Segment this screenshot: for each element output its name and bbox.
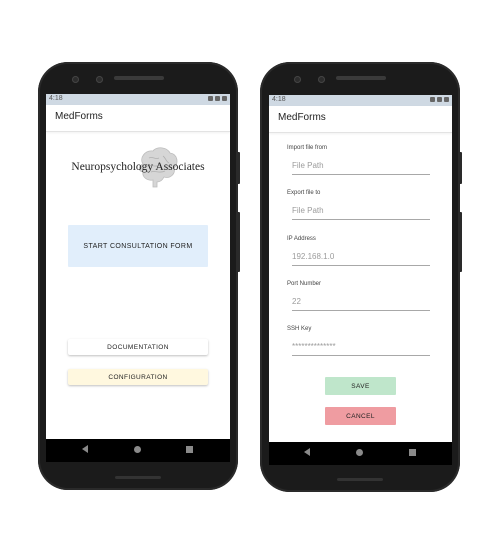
- logo-text: Neuropsychology Associates: [71, 161, 205, 173]
- start-consultation-button[interactable]: START CONSULTATION FORM: [68, 225, 208, 267]
- front-camera: [72, 76, 79, 83]
- status-time: 4:18: [272, 96, 286, 103]
- wifi-icon: [208, 96, 213, 101]
- ip-address-field: IP Address 192.168.1.0: [287, 236, 430, 266]
- port-number-input[interactable]: 22: [292, 297, 430, 311]
- status-time: 4:18: [49, 95, 63, 102]
- ssh-key-input[interactable]: **************: [292, 342, 430, 356]
- port-number-field: Port Number 22: [287, 281, 430, 311]
- right-phone-frame: 4:18 MedForms Import file from File Path…: [260, 62, 462, 492]
- volume-button: [237, 212, 240, 272]
- volume-button: [459, 212, 462, 272]
- battery-icon: [444, 97, 449, 102]
- import-file-input[interactable]: File Path: [292, 161, 430, 175]
- app-bar: MedForms: [269, 106, 452, 133]
- configuration-button[interactable]: CONFIGURATION: [68, 369, 208, 385]
- ip-address-label: IP Address: [287, 236, 316, 242]
- front-sensor: [96, 76, 103, 83]
- import-file-label: Import file from: [287, 145, 328, 151]
- battery-icon: [222, 96, 227, 101]
- back-nav-icon[interactable]: [304, 448, 310, 456]
- earpiece-speaker: [114, 76, 164, 80]
- home-nav-icon[interactable]: [134, 446, 141, 453]
- signal-icon: [215, 96, 220, 101]
- app-bar: MedForms: [46, 105, 230, 132]
- ssh-key-field: SSH Key **************: [287, 326, 430, 356]
- export-file-input[interactable]: File Path: [292, 206, 430, 220]
- port-number-label: Port Number: [287, 281, 322, 287]
- earpiece-speaker: [336, 76, 386, 80]
- nav-bar: [46, 439, 230, 462]
- ip-address-input[interactable]: 192.168.1.0: [292, 252, 430, 266]
- back-nav-icon[interactable]: [82, 445, 88, 453]
- ssh-key-label: SSH Key: [287, 326, 312, 332]
- recents-nav-icon[interactable]: [186, 446, 193, 453]
- home-nav-icon[interactable]: [356, 449, 363, 456]
- front-camera: [294, 76, 301, 83]
- export-file-label: Export file to: [287, 190, 321, 196]
- save-button[interactable]: SAVE: [325, 377, 396, 395]
- front-sensor: [318, 76, 325, 83]
- right-screen: 4:18 MedForms Import file from File Path…: [269, 95, 452, 465]
- left-screen: 4:18 MedForms Neuropsychology Associates…: [46, 94, 230, 462]
- recents-nav-icon[interactable]: [409, 449, 416, 456]
- export-file-field: Export file to File Path: [287, 190, 430, 220]
- status-bar: 4:18: [46, 94, 230, 105]
- power-button: [459, 152, 462, 184]
- power-button: [237, 152, 240, 184]
- signal-icon: [437, 97, 442, 102]
- cancel-button[interactable]: CANCEL: [325, 407, 396, 425]
- app-title: MedForms: [278, 112, 326, 123]
- import-file-field: Import file from File Path: [287, 145, 430, 175]
- status-bar: 4:18: [269, 95, 452, 106]
- logo: Neuropsychology Associates: [46, 144, 230, 194]
- documentation-button[interactable]: DOCUMENTATION: [68, 339, 208, 355]
- nav-bar: [269, 442, 452, 465]
- app-title: MedForms: [55, 111, 103, 122]
- left-phone-frame: 4:18 MedForms Neuropsychology Associates…: [38, 62, 240, 490]
- wifi-icon: [430, 97, 435, 102]
